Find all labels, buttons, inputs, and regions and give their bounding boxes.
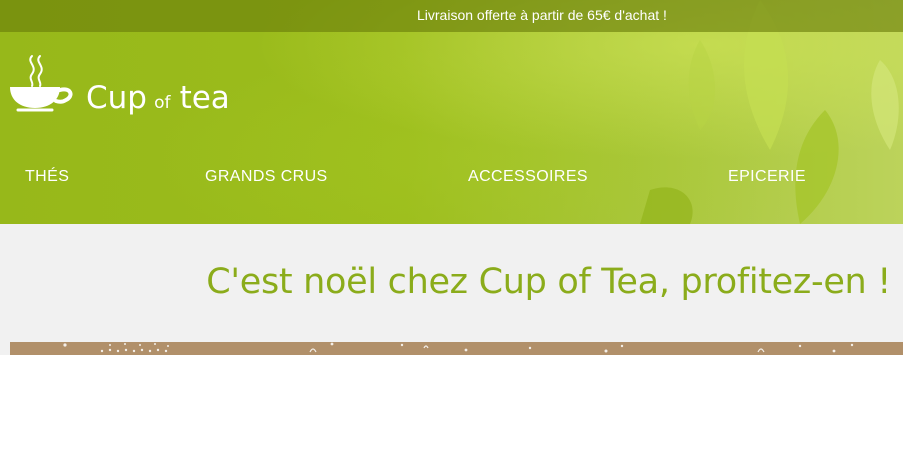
logo-wordmark: Cup of tea [86, 83, 230, 114]
promo-banner-title: C'est noël chez Cup of Tea, profitez-en … [206, 262, 891, 302]
header-hero: Livraison offerte à partir de 65€ d'acha… [0, 0, 903, 224]
promo-bar: Livraison offerte à partir de 65€ d'acha… [0, 0, 903, 32]
teacup-icon [10, 55, 73, 112]
logo-word-cup: Cup [86, 80, 147, 116]
nav-item-thes[interactable]: THÉS [25, 168, 69, 186]
nav-item-epicerie[interactable]: EPICERIE [728, 168, 806, 186]
nav-item-grands-crus[interactable]: GRANDS CRUS [205, 168, 328, 186]
decorative-pattern [63, 342, 854, 353]
main-nav: THÉS GRANDS CRUS ACCESSOIRES EPICERIE [0, 168, 903, 188]
promo-banner: C'est noël chez Cup of Tea, profitez-en … [0, 224, 903, 355]
nav-item-accessoires[interactable]: ACCESSOIRES [468, 168, 588, 186]
decorative-banner-strip [10, 342, 903, 355]
logo-word-tea: tea [179, 80, 230, 116]
free-shipping-message: Livraison offerte à partir de 65€ d'acha… [417, 7, 667, 23]
logo-word-of: of [154, 93, 171, 113]
